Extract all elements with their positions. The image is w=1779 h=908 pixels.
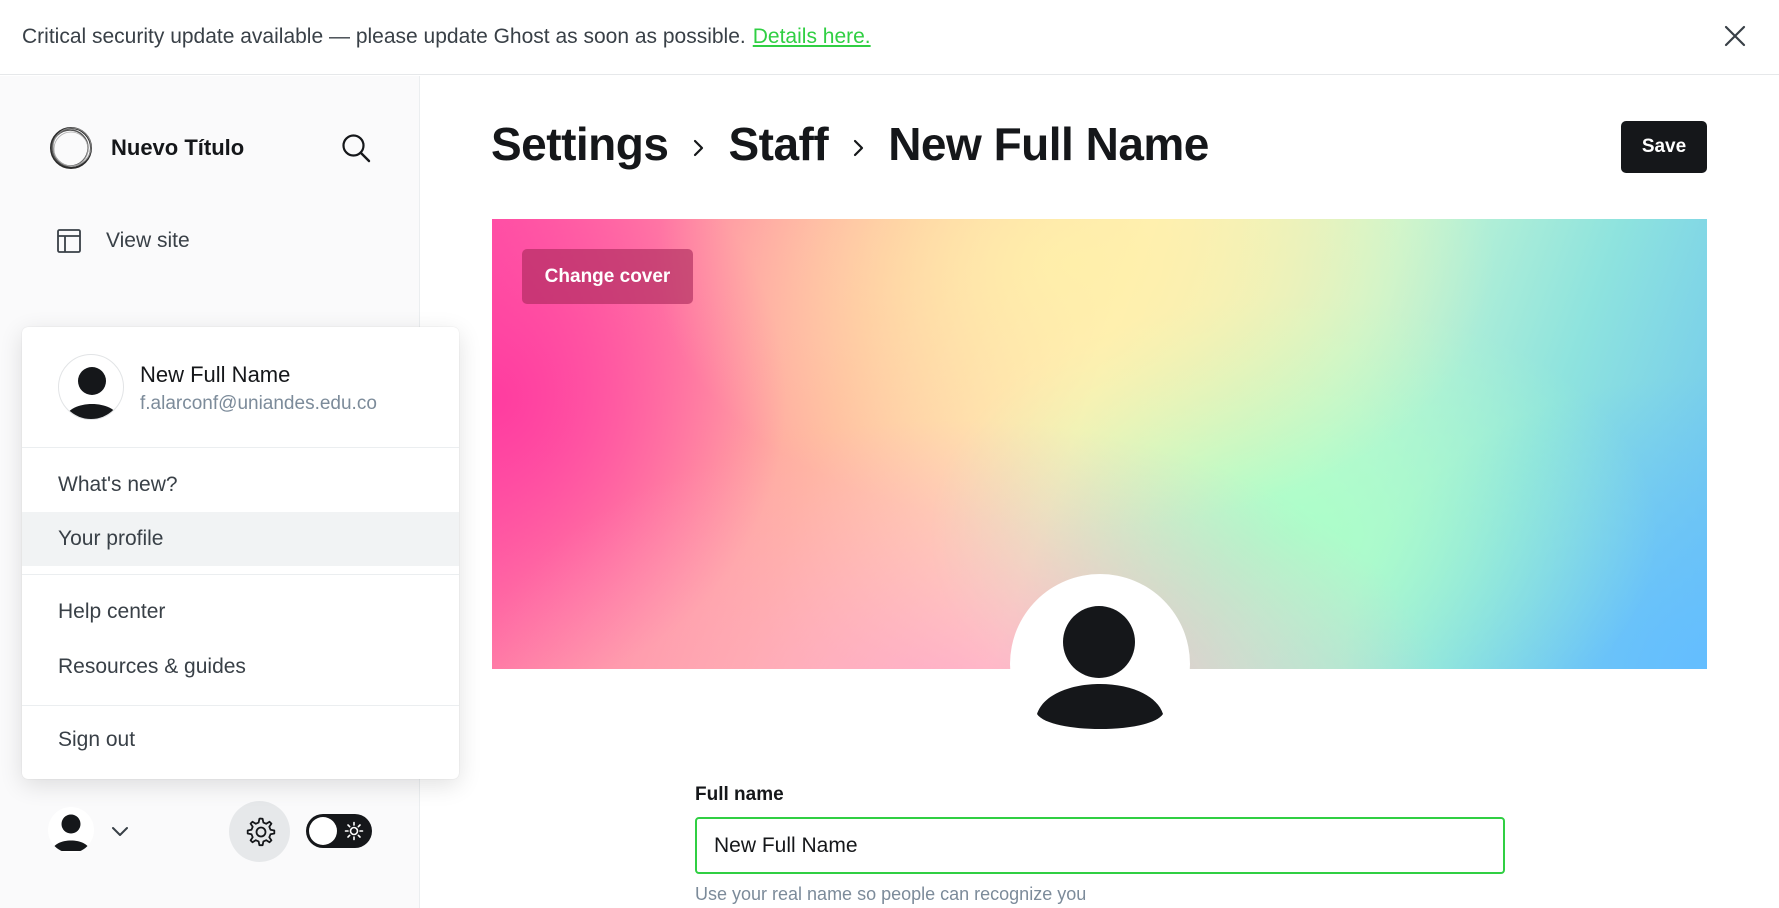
view-site-label: View site (106, 229, 190, 252)
user-avatar-button[interactable] (48, 807, 94, 853)
gear-icon (246, 817, 275, 846)
theme-toggle[interactable] (306, 814, 372, 848)
site-logo-icon (50, 127, 92, 169)
profile-picture[interactable] (1010, 574, 1190, 754)
menu-user-info: New Full Name f.alarconf@uniandes.edu.co (22, 327, 459, 448)
menu-item-sign-out[interactable]: Sign out (22, 713, 459, 767)
banner-message: Critical security update available — ple… (22, 25, 746, 48)
breadcrumb-staff[interactable]: Staff (728, 117, 828, 171)
toggle-knob (309, 817, 337, 845)
user-menu: New Full Name f.alarconf@uniandes.edu.co… (22, 327, 459, 779)
menu-user-name: New Full Name (140, 362, 291, 387)
avatar-icon (65, 367, 119, 419)
banner-details-link[interactable]: Details here. (753, 25, 871, 49)
sun-icon (344, 821, 364, 841)
chevron-right-icon (694, 139, 704, 157)
breadcrumb-settings[interactable]: Settings (491, 117, 669, 171)
menu-user-email: f.alarconf@uniandes.edu.co (140, 393, 377, 414)
chevron-down-icon[interactable] (110, 821, 130, 841)
menu-avatar (58, 354, 124, 420)
full-name-label: Full name (695, 784, 784, 805)
menu-item-your-profile[interactable]: Your profile (22, 512, 459, 566)
site-title: Nuevo Título (111, 135, 245, 160)
save-button[interactable]: Save (1621, 121, 1707, 173)
avatar-icon (1037, 606, 1163, 729)
full-name-hint: Use your real name so people can recogni… (695, 884, 1087, 904)
settings-button[interactable] (229, 801, 290, 862)
page-title: New Full Name (888, 118, 1209, 170)
menu-divider (22, 574, 459, 575)
site-brand[interactable]: Nuevo Título (48, 125, 244, 171)
avatar-icon (52, 814, 90, 851)
menu-divider (22, 705, 459, 706)
change-cover-button[interactable]: Change cover (522, 249, 693, 304)
menu-item-resources[interactable]: Resources & guides (22, 640, 459, 694)
view-site-link[interactable]: View site (56, 228, 190, 254)
menu-item-whats-new[interactable]: What's new? (22, 458, 459, 512)
security-update-banner: Critical security update available — ple… (0, 0, 1779, 75)
search-icon[interactable] (340, 132, 372, 164)
menu-item-help-center[interactable]: Help center (22, 585, 459, 639)
close-icon[interactable] (1721, 22, 1749, 50)
full-name-input[interactable] (695, 817, 1505, 874)
layout-icon (57, 229, 81, 253)
breadcrumb: Settings Staff New Full Name (491, 117, 1209, 171)
chevron-right-icon (854, 139, 864, 157)
